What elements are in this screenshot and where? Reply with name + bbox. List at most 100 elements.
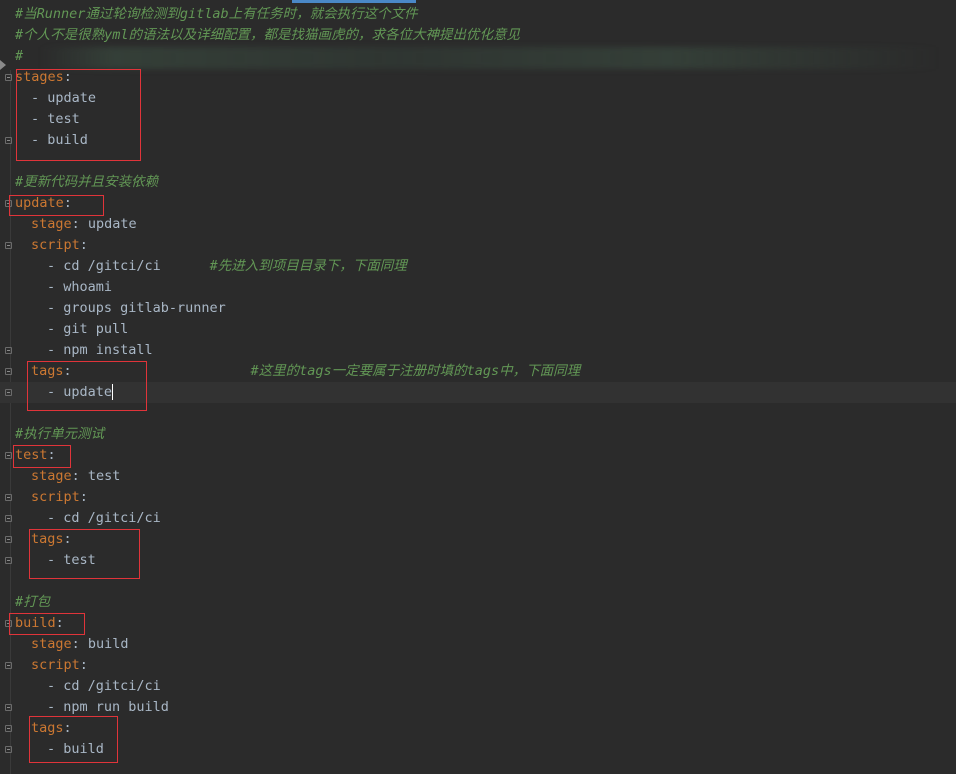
fold-icon[interactable] [5, 704, 12, 711]
fold-gutter[interactable] [4, 445, 13, 466]
code-line[interactable]: - cd /gitci/ci [0, 508, 956, 529]
highlight-box-build [9, 613, 85, 635]
comment-text: # [15, 48, 24, 64]
code-line[interactable]: update: [0, 193, 956, 214]
code-line[interactable] [0, 571, 956, 592]
fold-gutter [4, 634, 13, 655]
fold-gutter [4, 571, 13, 592]
fold-icon[interactable] [5, 725, 12, 732]
fold-gutter[interactable] [4, 508, 13, 529]
fold-gutter [4, 676, 13, 697]
code-line[interactable]: script: [0, 655, 956, 676]
fold-gutter[interactable] [4, 529, 13, 550]
code-line[interactable]: - cd /gitci/ci [0, 676, 956, 697]
code-line[interactable]: #打包 [0, 592, 956, 613]
fold-gutter [4, 466, 13, 487]
fold-icon[interactable] [5, 74, 12, 81]
code-line[interactable]: tags: [0, 718, 956, 739]
code-line[interactable]: - build [0, 130, 956, 151]
fold-icon[interactable] [5, 347, 12, 354]
yaml-key: script [31, 237, 80, 253]
code-line[interactable]: - test [0, 109, 956, 130]
code-line[interactable]: test: [0, 445, 956, 466]
comment-text: #个人不是很熟yml的语法以及详细配置，都是找猫画虎的，求各位大神提出优化意见 [15, 27, 521, 43]
comment-text: #更新代码并且安装依赖 [15, 174, 159, 190]
code-line[interactable]: tags: [0, 529, 956, 550]
code-line[interactable] [0, 151, 956, 172]
code-line[interactable]: #当Runner通过轮询检测到gitlab上有任务时，就会执行这个文件 [0, 4, 956, 25]
yaml-value: - cd /gitci/ci [47, 510, 161, 526]
fold-icon[interactable] [5, 557, 12, 564]
yaml-value: - npm run build [47, 699, 169, 715]
comment-text: #当Runner通过轮询检测到gitlab上有任务时，就会执行这个文件 [15, 6, 418, 22]
highlight-box-update [9, 195, 104, 216]
fold-gutter [4, 319, 13, 340]
yaml-value: : [79, 489, 88, 505]
fold-gutter [4, 172, 13, 193]
fold-icon[interactable] [5, 368, 12, 375]
code-line[interactable]: stage: build [0, 634, 956, 655]
code-line[interactable]: - build [0, 739, 956, 760]
code-line[interactable]: - whoami [0, 277, 956, 298]
code-line[interactable]: stage: update [0, 214, 956, 235]
comment-text: #打包 [15, 594, 51, 610]
fold-gutter[interactable] [4, 130, 13, 151]
code-line[interactable]: stages: [0, 67, 956, 88]
fold-gutter [4, 151, 13, 172]
fold-gutter[interactable] [4, 739, 13, 760]
fold-gutter[interactable] [4, 361, 13, 382]
code-line[interactable]: - git pull [0, 319, 956, 340]
fold-gutter [4, 4, 13, 25]
fold-icon[interactable] [5, 494, 12, 501]
fold-icon[interactable] [5, 746, 12, 753]
fold-gutter[interactable] [4, 382, 13, 403]
fold-icon[interactable] [5, 662, 12, 669]
fold-gutter [4, 403, 13, 424]
fold-gutter[interactable] [4, 550, 13, 571]
yaml-value: - git pull [47, 321, 129, 337]
fold-gutter[interactable] [4, 718, 13, 739]
highlight-box-test [13, 445, 71, 468]
code-line[interactable]: # [0, 46, 956, 67]
fold-icon[interactable] [5, 536, 12, 543]
yaml-value: - npm install [47, 342, 153, 358]
yaml-value: - cd /gitci/ci [47, 678, 161, 694]
fold-gutter [4, 109, 13, 130]
highlight-box-update-tags [27, 361, 147, 411]
fold-icon[interactable] [5, 389, 12, 396]
fold-icon[interactable] [5, 137, 12, 144]
fold-gutter [4, 214, 13, 235]
code-line[interactable]: script: [0, 235, 956, 256]
fold-gutter[interactable] [4, 67, 13, 88]
active-tab-indicator[interactable] [292, 0, 416, 3]
code-line[interactable]: script: [0, 487, 956, 508]
fold-gutter[interactable] [4, 487, 13, 508]
yaml-value: - whoami [47, 279, 113, 295]
code-line[interactable]: #更新代码并且安装依赖 [0, 172, 956, 193]
code-line[interactable]: - npm run build [0, 697, 956, 718]
highlight-box-build-tags [29, 716, 118, 763]
yaml-value: : update [71, 216, 137, 232]
code-line[interactable]: - groups gitlab-runner [0, 298, 956, 319]
comment-text: #这里的tags一定要属于注册时填的tags中，下面同理 [250, 363, 581, 379]
code-line[interactable]: - update [0, 88, 956, 109]
yaml-key: stage [31, 216, 72, 232]
fold-gutter[interactable] [4, 235, 13, 256]
fold-icon[interactable] [5, 242, 12, 249]
fold-gutter [4, 592, 13, 613]
code-line[interactable]: - test [0, 550, 956, 571]
fold-icon[interactable] [5, 515, 12, 522]
code-line[interactable]: #执行单元测试 [0, 424, 956, 445]
fold-gutter [4, 88, 13, 109]
code-line[interactable]: build: [0, 613, 956, 634]
code-line[interactable]: - cd /gitci/ci #先进入到项目目录下，下面同理 [0, 256, 956, 277]
comment-text: #执行单元测试 [15, 426, 105, 442]
yaml-key: script [31, 657, 80, 673]
fold-gutter[interactable] [4, 655, 13, 676]
code-line[interactable]: - npm install [0, 340, 956, 361]
fold-gutter[interactable] [4, 340, 13, 361]
code-line[interactable]: #个人不是很熟yml的语法以及详细配置，都是找猫画虎的，求各位大神提出优化意见 [0, 25, 956, 46]
code-line[interactable]: stage: test [0, 466, 956, 487]
fold-gutter[interactable] [4, 697, 13, 718]
fold-icon[interactable] [5, 452, 12, 459]
